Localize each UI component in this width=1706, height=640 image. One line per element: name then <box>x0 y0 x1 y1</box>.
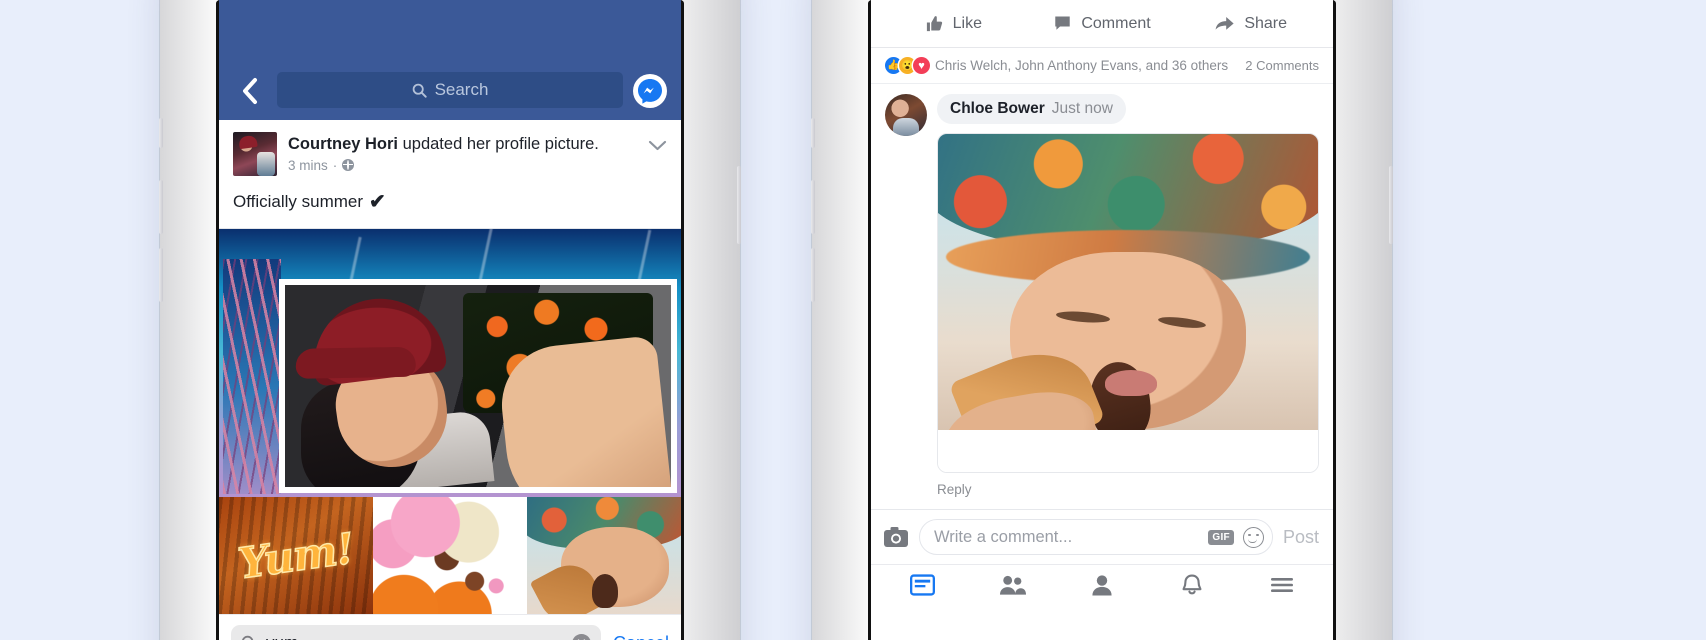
post-photo[interactable] <box>219 229 681 497</box>
post-body-text: Officially summer <box>233 191 364 211</box>
comment-button[interactable]: Comment <box>1028 14 1177 33</box>
comment-composer: Write a comment... GIF Post <box>871 509 1333 564</box>
comment-author-name[interactable]: Chloe Bower <box>950 100 1045 118</box>
reply-button[interactable]: Reply <box>937 482 972 497</box>
cancel-button[interactable]: Cancel <box>613 633 669 640</box>
love-reaction-icon: ♥ <box>913 57 930 74</box>
comment-input[interactable]: Write a comment... GIF <box>919 519 1273 555</box>
profile-icon <box>1092 574 1112 595</box>
post-header: Courtney Hori updated her profile pictur… <box>219 120 681 176</box>
tab-menu[interactable] <box>1237 577 1327 593</box>
gif-search-input[interactable]: yum ✕ <box>231 625 601 640</box>
chevron-left-icon <box>243 78 257 104</box>
share-label: Share <box>1244 14 1288 32</box>
post-body: Officially summer ✔ <box>219 176 681 229</box>
mute-switch[interactable] <box>811 118 815 148</box>
comment-label: Comment <box>1081 14 1151 32</box>
post-button[interactable]: Post <box>1283 527 1321 548</box>
phone-device-left: Search Courtney Hori updated her profile… <box>159 0 741 640</box>
phone-screen-right: Like Comment Share 👍 😮 ♥ Chris Welch, Jo… <box>871 0 1333 640</box>
post-action-text: updated her profile picture. <box>398 135 599 153</box>
gif-result-caption: Yum! <box>235 522 358 588</box>
gif-result-kid[interactable] <box>527 497 681 614</box>
tab-profile[interactable] <box>1057 574 1147 596</box>
gif-results-row: Yum! <box>219 497 681 614</box>
comment-bubble-icon <box>1055 16 1071 30</box>
post-timestamp: 3 mins <box>288 157 328 173</box>
bottom-tabbar <box>871 564 1333 604</box>
gif-card-footer <box>938 430 1318 472</box>
volume-down-button[interactable] <box>159 248 163 302</box>
phone-device-right: Like Comment Share 👍 😮 ♥ Chris Welch, Jo… <box>811 0 1393 640</box>
gif-result-donuts[interactable] <box>373 497 527 614</box>
volume-up-button[interactable] <box>159 180 163 234</box>
tab-news-feed[interactable] <box>877 573 967 596</box>
comment-gif-attachment[interactable] <box>937 133 1319 473</box>
power-button[interactable] <box>1389 166 1393 244</box>
post-actions-row: Like Comment Share <box>871 0 1333 48</box>
news-feed-icon <box>909 573 935 596</box>
chevron-down-icon <box>648 140 667 151</box>
menu-icon <box>1271 577 1293 592</box>
messenger-button[interactable] <box>633 74 667 108</box>
gif-button[interactable]: GIF <box>1208 529 1234 545</box>
comment-item: Chloe Bower Just now <box>871 84 1333 473</box>
phone-bezel-right: Like Comment Share 👍 😮 ♥ Chris Welch, Jo… <box>868 0 1336 640</box>
comment-timestamp: Just now <box>1051 100 1113 117</box>
checkmark-icon: ✔ <box>369 191 386 213</box>
comment-reply-row: Reply <box>871 473 1333 509</box>
phone-screen-left: Search Courtney Hori updated her profile… <box>219 0 681 640</box>
tab-notifications[interactable] <box>1147 574 1237 596</box>
commenter-avatar[interactable] <box>885 94 927 136</box>
post-author-avatar[interactable] <box>233 132 277 176</box>
post-subline: 3 mins · <box>288 158 637 173</box>
comment-input-placeholder: Write a comment... <box>934 527 1073 546</box>
search-icon <box>412 83 427 98</box>
comment-count[interactable]: 2 Comments <box>1245 58 1319 73</box>
thumbs-up-icon <box>926 16 942 32</box>
gif-search-row: yum ✕ Cancel <box>219 614 681 640</box>
share-arrow-icon <box>1215 17 1234 30</box>
post-author-name[interactable]: Courtney Hori <box>288 135 398 153</box>
share-button[interactable]: Share <box>1176 14 1325 33</box>
post-separator: · <box>332 157 338 173</box>
reaction-names[interactable]: Chris Welch, John Anthony Evans, and 36 … <box>935 58 1237 73</box>
emoji-smiley-icon[interactable] <box>1242 526 1264 548</box>
reaction-icons[interactable]: 👍 😮 ♥ <box>885 57 930 74</box>
comment-content: Chloe Bower Just now <box>937 94 1319 473</box>
notifications-icon <box>1182 574 1202 594</box>
phone-bezel-left: Search Courtney Hori updated her profile… <box>216 0 684 640</box>
power-button[interactable] <box>737 166 741 244</box>
gif-image <box>938 134 1318 432</box>
gif-result-yum[interactable]: Yum! <box>219 497 373 614</box>
like-label: Like <box>952 14 983 32</box>
facebook-navbar: Search <box>219 0 681 120</box>
post-title: Courtney Hori updated her profile pictur… <box>288 134 637 155</box>
messenger-icon <box>638 79 662 104</box>
globe-icon <box>342 159 355 172</box>
comment-author-pill: Chloe Bower Just now <box>937 94 1126 124</box>
scene-root: Search Courtney Hori updated her profile… <box>0 0 1706 640</box>
search-placeholder-text: Search <box>434 80 489 99</box>
volume-up-button[interactable] <box>811 180 815 234</box>
photo-background-texture <box>223 259 281 494</box>
profile-picture-photo <box>279 279 677 493</box>
reactions-summary-row: 👍 😮 ♥ Chris Welch, John Anthony Evans, a… <box>871 48 1333 84</box>
tab-friend-requests[interactable] <box>967 574 1057 596</box>
back-button[interactable] <box>233 74 267 108</box>
volume-down-button[interactable] <box>811 248 815 302</box>
mute-switch[interactable] <box>159 118 163 148</box>
post-menu-button[interactable] <box>648 132 667 156</box>
search-icon <box>242 635 254 640</box>
gif-search-value: yum <box>266 633 563 640</box>
friend-requests-icon <box>999 575 1026 595</box>
search-input[interactable]: Search <box>277 72 623 108</box>
like-button[interactable]: Like <box>879 14 1028 33</box>
clear-x-icon[interactable]: ✕ <box>571 633 591 640</box>
camera-icon[interactable] <box>883 526 909 548</box>
post-meta: Courtney Hori updated her profile pictur… <box>288 132 637 173</box>
